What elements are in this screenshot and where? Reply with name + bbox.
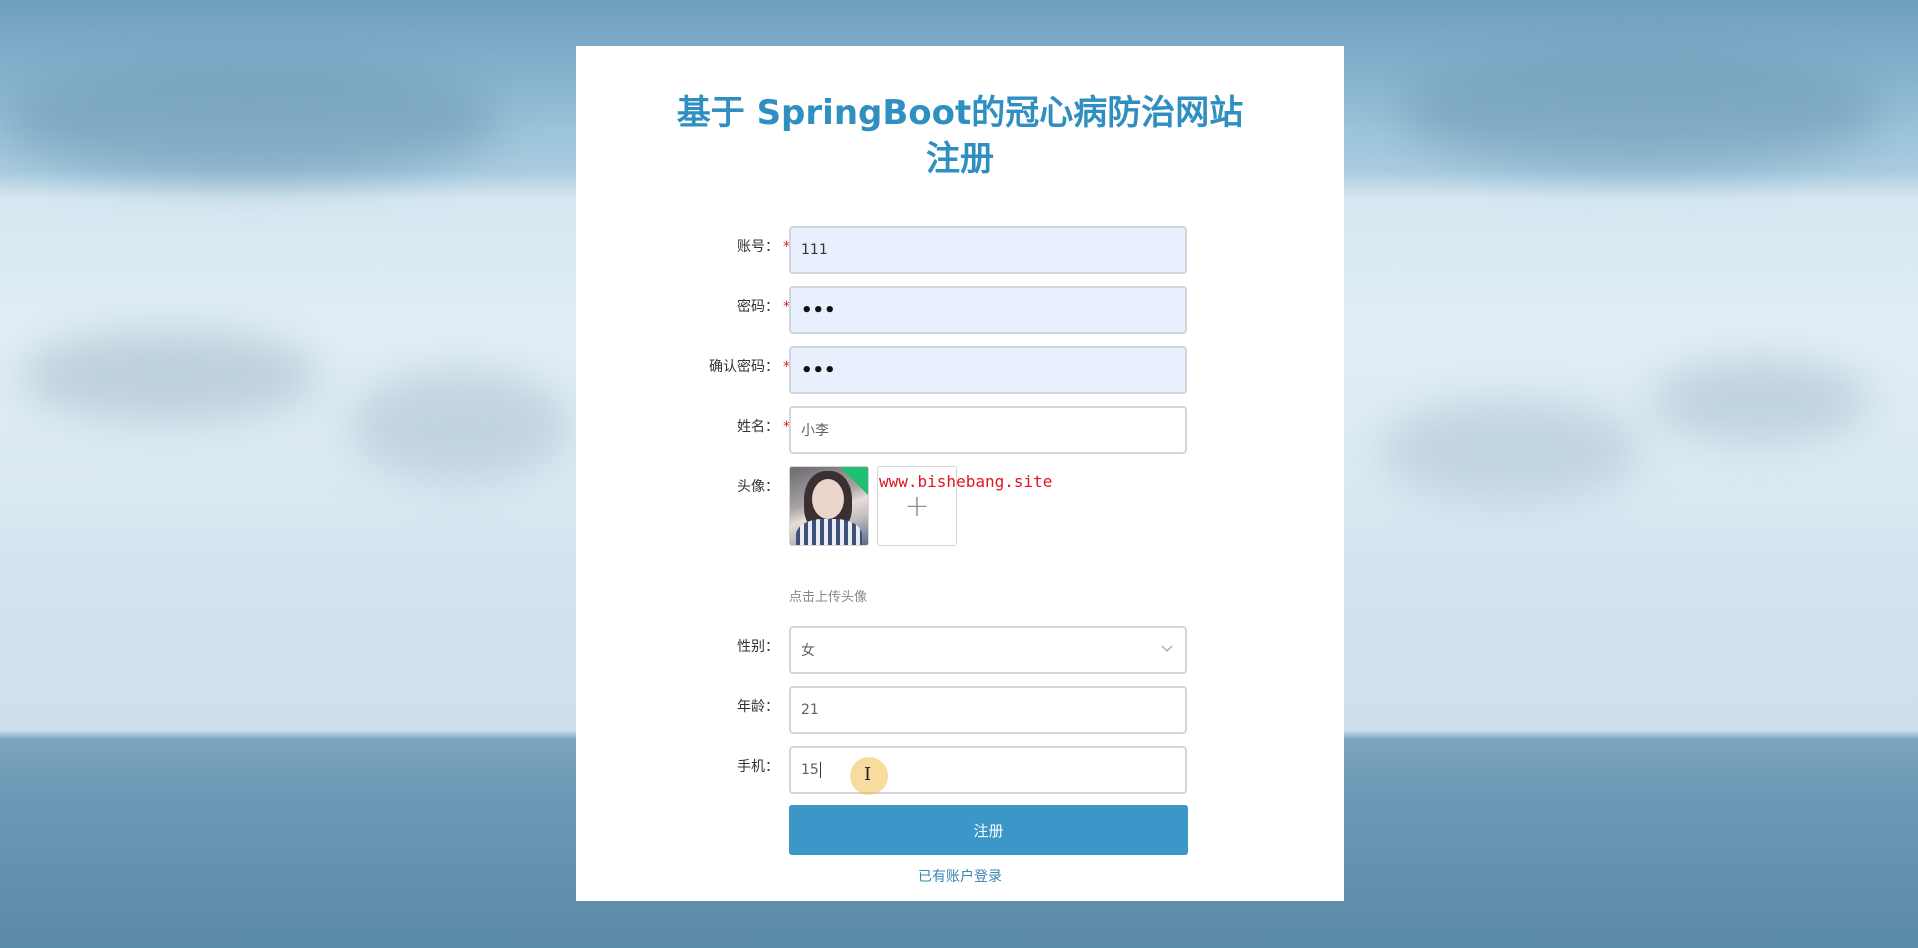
age-label: 年龄： [737,699,779,715]
password-row: 密码： * ••• [576,286,1344,336]
watermark-text: www.bishebang.site [879,472,1053,491]
text-cursor-icon: I [864,764,872,785]
text-caret [819,762,821,778]
page-title: 基于 SpringBoot的冠心病防治网站 注册 [576,90,1344,182]
confirm-password-input[interactable]: ••• [789,346,1187,394]
confirm-password-label: 确认密码： * [709,359,790,375]
account-row: 账号： * 111 [576,226,1344,276]
name-label: 姓名： * [737,419,790,435]
avatar-preview[interactable] [789,466,869,546]
upload-success-badge [840,467,868,495]
gender-row: 性别： 女 [576,626,1344,676]
page-title-line2: 注册 [926,139,994,179]
phone-input[interactable]: 15 [789,746,1187,794]
phone-row: 手机： 15 [576,746,1344,796]
age-input[interactable]: 21 [789,686,1187,734]
password-label: 密码： * [737,299,790,315]
register-button[interactable]: 注册 [789,805,1188,855]
name-row: 姓名： * 小李 [576,406,1344,456]
account-input[interactable]: 111 [789,226,1187,274]
page-title-line1: 基于 SpringBoot的冠心病防治网站 [676,93,1244,133]
avatar-upload-hint: 点击上传头像 [789,590,868,605]
chevron-down-icon [1161,642,1173,657]
plus-icon: + [904,488,930,524]
register-panel: 基于 SpringBoot的冠心病防治网站 注册 账号： * 111 密码： * •… [576,46,1344,901]
gender-select[interactable]: 女 [789,626,1187,674]
confirm-password-row: 确认密码： * ••• [576,346,1344,396]
password-input[interactable]: ••• [789,286,1187,334]
gender-label: 性别： [737,639,779,655]
avatar-row: 头像： + www.bishebang.site [576,466,1344,546]
phone-label: 手机： [737,759,779,775]
age-row: 年龄： 21 [576,686,1344,736]
login-link[interactable]: 已有账户登录 [576,866,1344,886]
account-label: 账号： * [737,239,790,255]
avatar-label: 头像： [737,479,779,495]
name-input[interactable]: 小李 [789,406,1187,454]
